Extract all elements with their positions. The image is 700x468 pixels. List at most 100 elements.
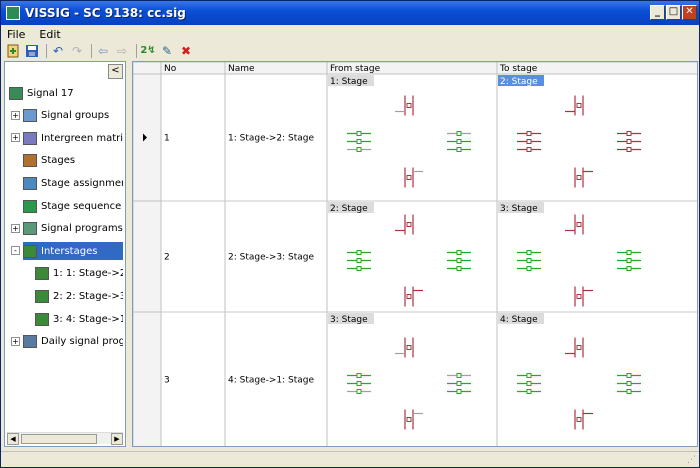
tree-item[interactable]: Stage assignments xyxy=(23,174,123,192)
navigation-panel: < Signal 17 Signal groups + Intergreen matr… xyxy=(4,61,126,447)
signal-head xyxy=(456,373,462,378)
expand-node-icon[interactable]: + xyxy=(11,336,20,346)
signal-head xyxy=(356,389,362,394)
signal-head xyxy=(406,345,412,350)
signal-head xyxy=(356,131,362,136)
menu-edit[interactable]: Edit xyxy=(39,28,60,41)
tree-item[interactable]: Interstages xyxy=(23,242,123,261)
intersection-diagram xyxy=(347,337,471,430)
tree-item-label: 1: 1: Stage->2 xyxy=(53,268,123,280)
auto-generate-icon[interactable]: 2↯ xyxy=(140,44,156,58)
signal-head xyxy=(456,131,462,136)
interstage-name[interactable]: 1: Stage->2: Stage xyxy=(228,134,315,144)
intersection-diagram xyxy=(517,214,641,307)
tree-item[interactable]: Intergreen matrice xyxy=(23,129,123,147)
save-icon[interactable] xyxy=(24,44,40,58)
new-icon[interactable] xyxy=(5,44,21,58)
interstage-name[interactable]: 2: Stage->3: Stage xyxy=(228,253,315,263)
signal-head xyxy=(576,345,582,350)
maximize-button[interactable]: □ xyxy=(666,5,681,20)
forward-icon[interactable]: ⇨ xyxy=(114,44,130,58)
expand-node-icon[interactable]: + xyxy=(11,223,20,233)
signal-head xyxy=(626,381,632,386)
app-window: VISSIG - SC 9138: cc.sig _ □ ✕ File Edit… xyxy=(0,0,700,468)
signal-head xyxy=(356,266,362,271)
signal-head xyxy=(456,389,462,394)
signal-head xyxy=(576,175,582,180)
row-header[interactable] xyxy=(133,200,162,313)
signal-head xyxy=(576,103,582,108)
signal-head xyxy=(526,250,532,255)
scroll-thumb[interactable] xyxy=(21,434,97,444)
intersection-diagram xyxy=(347,214,471,307)
tree-item[interactable]: Stage sequence e xyxy=(23,197,123,215)
tree-item[interactable]: 2: 2: Stage->3 xyxy=(35,287,123,305)
signal-controller-icon xyxy=(9,86,23,100)
column-header-from-stage[interactable]: From stage xyxy=(330,64,381,74)
toolbar-separator xyxy=(91,44,92,58)
column-header-name[interactable]: Name xyxy=(228,64,255,74)
column-header-to-stage[interactable]: To stage xyxy=(499,64,538,74)
tree-item[interactable]: Stages xyxy=(23,152,123,170)
stage-label[interactable]: 2: Stage xyxy=(330,204,368,214)
row-number: 1 xyxy=(164,134,170,144)
status-bar: ⋰ xyxy=(1,451,699,467)
signal-head xyxy=(356,373,362,378)
stage-label[interactable]: 3: Stage xyxy=(500,204,538,214)
delete-icon[interactable]: ✖ xyxy=(178,44,194,58)
toolbar-separator xyxy=(136,44,137,58)
tree-item-label: Signal 17 xyxy=(27,87,74,99)
signal-head xyxy=(406,103,412,108)
expand-node-icon[interactable]: + xyxy=(11,133,20,143)
signal-head xyxy=(526,266,532,271)
tree-item[interactable]: Signal 17 xyxy=(9,84,123,102)
close-button[interactable]: ✕ xyxy=(682,5,697,20)
signal-group-icon xyxy=(23,109,37,123)
column-header-no[interactable]: No xyxy=(164,64,177,74)
back-icon[interactable]: ⇦ xyxy=(95,44,111,58)
title-bar[interactable]: VISSIG - SC 9138: cc.sig _ □ ✕ xyxy=(1,1,699,25)
signal-head xyxy=(356,381,362,386)
expand-node-icon[interactable]: + xyxy=(11,110,20,120)
tree-item-label: Interstages xyxy=(41,245,98,257)
stage-label[interactable]: 2: Stage xyxy=(500,77,538,87)
tree-item[interactable]: Signal groups xyxy=(23,107,123,125)
stage-label[interactable]: 1: Stage xyxy=(330,77,368,87)
minimize-button[interactable]: _ xyxy=(650,5,665,20)
tree-item[interactable]: 1: 1: Stage->2 xyxy=(35,265,123,283)
signal-head xyxy=(356,139,362,144)
signal-head xyxy=(356,147,362,152)
signal-head xyxy=(456,381,462,386)
stage-label[interactable]: 4: Stage xyxy=(500,315,538,325)
toolbar-separator xyxy=(46,44,47,58)
scroll-right-arrow[interactable]: ▶ xyxy=(111,433,123,445)
stage-label[interactable]: 3: Stage xyxy=(330,315,368,325)
toolbar: ↶ ↷ ⇦ ⇨ 2↯ ✎ ✖ xyxy=(1,43,699,59)
tree-horizontal-scrollbar[interactable]: ◀ ▶ xyxy=(7,432,123,445)
signal-head xyxy=(356,250,362,255)
redo-icon[interactable]: ↷ xyxy=(69,44,85,58)
signal-head xyxy=(576,417,582,422)
tree-item[interactable]: 3: 4: Stage->1 xyxy=(35,310,123,328)
signal-head xyxy=(626,139,632,144)
interstage-name[interactable]: 4: Stage->1: Stage xyxy=(228,376,315,386)
interstage-item-icon xyxy=(35,312,49,326)
tree-item-label: Signal groups xyxy=(41,110,110,122)
scroll-left-arrow[interactable]: ◀ xyxy=(7,433,19,445)
edit-pencil-icon[interactable]: ✎ xyxy=(159,44,175,58)
resize-grip-icon[interactable]: ⋰ xyxy=(687,455,696,465)
row-number: 2 xyxy=(164,253,170,263)
row-number: 3 xyxy=(164,376,170,386)
tree-item[interactable]: Daily signal progra xyxy=(23,333,123,351)
window-title: VISSIG - SC 9138: cc.sig xyxy=(25,6,186,20)
menu-file[interactable]: File xyxy=(7,28,25,41)
row-header[interactable] xyxy=(133,311,162,447)
tree-item-label: Stage assignments xyxy=(41,177,123,189)
collapse-node-icon[interactable]: - xyxy=(11,246,20,256)
tree-item[interactable]: Signal programs xyxy=(23,220,123,238)
collapse-panel-button[interactable]: < xyxy=(108,64,123,79)
undo-icon[interactable]: ↶ xyxy=(50,44,66,58)
signal-head xyxy=(356,258,362,263)
matrix-icon xyxy=(23,131,37,145)
signal-head xyxy=(456,258,462,263)
